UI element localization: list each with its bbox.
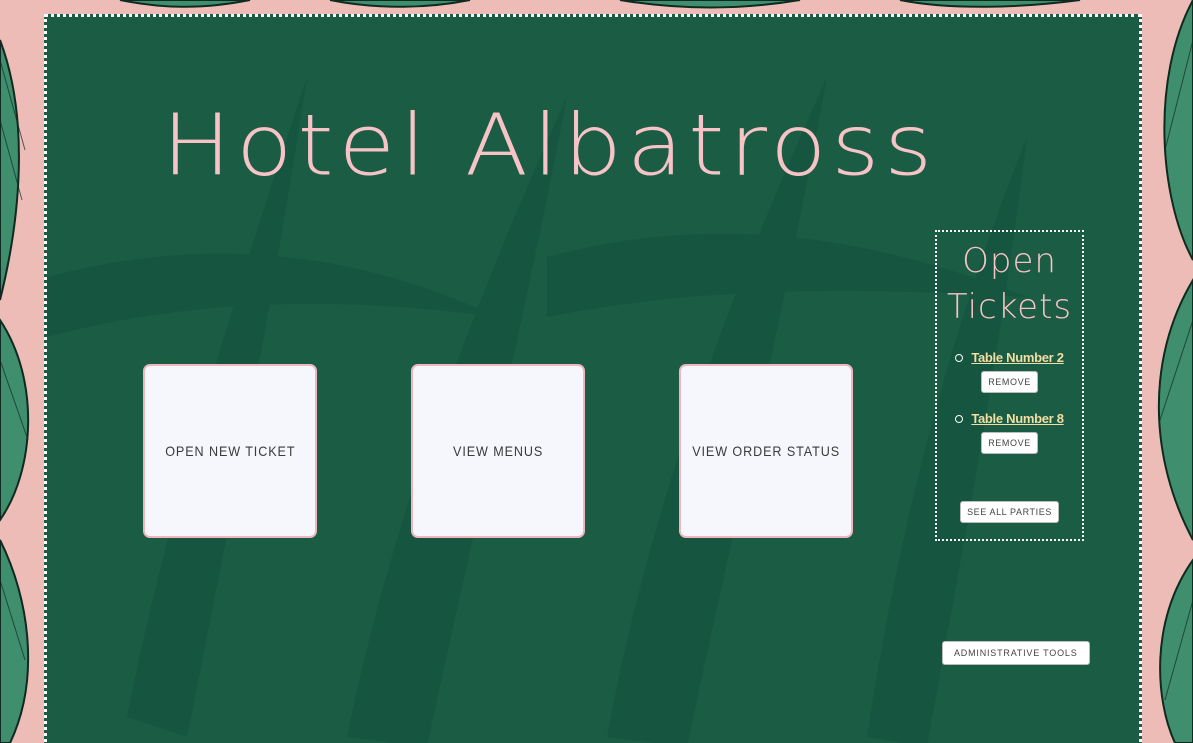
open-tickets-panel: Open Tickets Table Number 2 REMOVE Table… bbox=[935, 230, 1084, 541]
view-order-status-button[interactable]: VIEW ORDER STATUS bbox=[679, 364, 853, 538]
list-item: Table Number 8 REMOVE bbox=[937, 411, 1082, 454]
main-panel: Hotel Albatross OPEN NEW TICKET VIEW MEN… bbox=[44, 14, 1142, 743]
page-title: Hotel Albatross bbox=[162, 96, 938, 195]
open-new-ticket-button[interactable]: OPEN NEW TICKET bbox=[143, 364, 317, 538]
view-menus-label: VIEW MENUS bbox=[452, 443, 544, 459]
see-all-parties-button[interactable]: SEE ALL PARTIES bbox=[960, 501, 1059, 523]
ticket-link-table-2[interactable]: Table Number 2 bbox=[971, 350, 1064, 365]
administrative-tools-button[interactable]: ADMINISTRATIVE TOOLS bbox=[942, 641, 1090, 665]
open-tickets-title: Open Tickets bbox=[946, 241, 1073, 327]
see-all-container: SEE ALL PARTIES bbox=[937, 495, 1082, 523]
bullet-icon bbox=[955, 414, 964, 423]
view-menus-button[interactable]: VIEW MENUS bbox=[411, 364, 585, 538]
remove-button[interactable]: REMOVE bbox=[981, 371, 1038, 393]
remove-button[interactable]: REMOVE bbox=[981, 432, 1038, 454]
ticket-list: Table Number 2 REMOVE Table Number 8 REM… bbox=[937, 350, 1082, 454]
list-item: Table Number 2 REMOVE bbox=[937, 350, 1082, 393]
view-order-status-label: VIEW ORDER STATUS bbox=[692, 443, 840, 459]
open-new-ticket-label: OPEN NEW TICKET bbox=[164, 443, 296, 459]
ticket-link-table-8[interactable]: Table Number 8 bbox=[971, 411, 1064, 426]
bullet-icon bbox=[955, 353, 964, 362]
